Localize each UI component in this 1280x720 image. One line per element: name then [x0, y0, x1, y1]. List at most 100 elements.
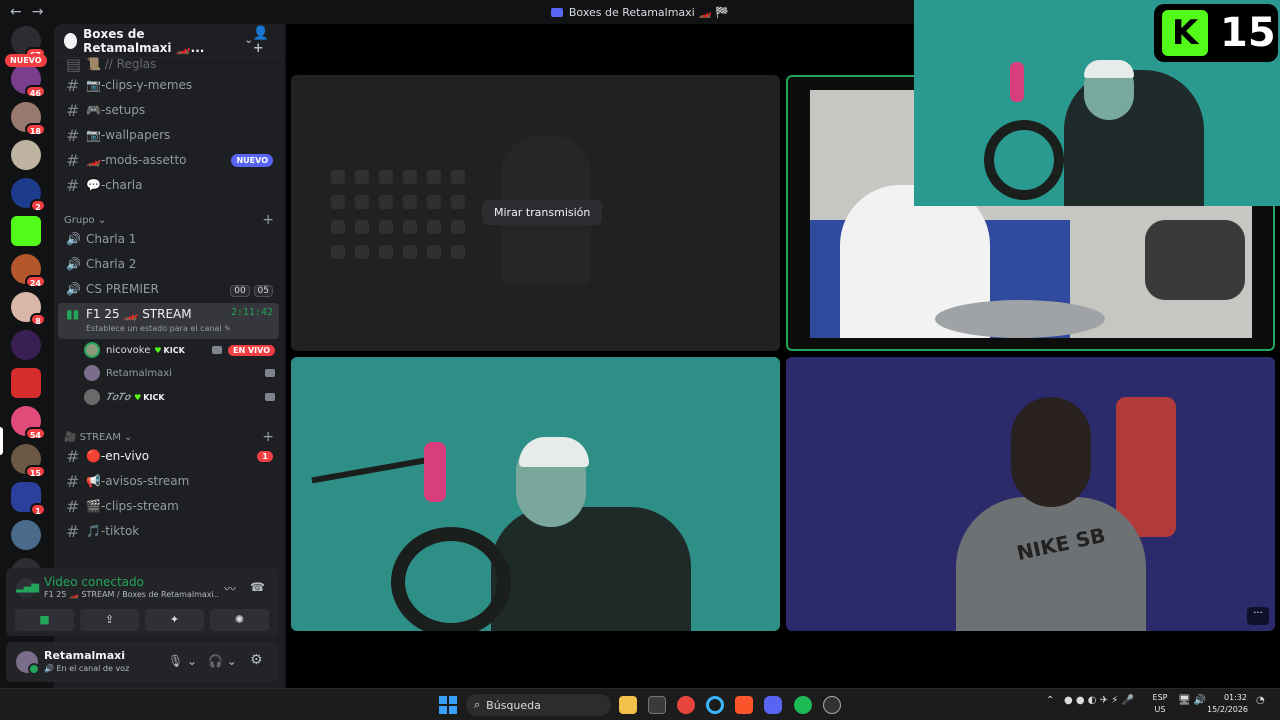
server-icon[interactable]: 8: [11, 292, 46, 326]
channel-clips-y-memes[interactable]: # 📷-clips-y-memes: [58, 73, 279, 97]
discord-icon[interactable]: [764, 696, 782, 714]
unread-badge: 15: [24, 465, 46, 478]
voice-channel-path[interactable]: F1 25 🏎️ STREAM / Boxes de Retamalmaxi..…: [44, 590, 219, 599]
gaming-chair: [1116, 397, 1176, 537]
server-icon[interactable]: 46: [11, 64, 46, 98]
more-options-button[interactable]: ···: [1247, 607, 1269, 625]
search-box[interactable]: ⌕ Búsqueda: [466, 694, 611, 716]
voice-status: Video conectado: [44, 575, 144, 589]
app-icon[interactable]: [823, 696, 841, 714]
voice-connection-panel: ▂▄▆ Video conectado F1 25 🏎️ STREAM / Bo…: [6, 568, 279, 636]
server-icon[interactable]: 18: [11, 102, 46, 136]
soundboard-button[interactable]: ✺: [210, 609, 269, 631]
direct-messages-icon[interactable]: 67: [11, 26, 46, 60]
screen-share-button[interactable]: ⇪: [80, 609, 139, 631]
channel-label: 🎬-clips-stream: [86, 499, 179, 513]
kick-tag: KICK: [154, 346, 185, 355]
server-icon[interactable]: [11, 368, 41, 398]
language-indicator[interactable]: ESP US: [1150, 692, 1170, 716]
signal-icon[interactable]: ▂▄▆: [16, 578, 39, 598]
voice-action-buttons: ■ ⇪ ✦ ✺: [15, 609, 269, 631]
file-explorer-icon[interactable]: [619, 696, 637, 714]
video-tile[interactable]: NIKE SB ···: [786, 357, 1275, 631]
add-channel-icon[interactable]: +: [262, 429, 274, 445]
user-panel: Retamalmaxi 🔊 En el canal de voz 🎙 ⌄ 🎧 ⌄…: [6, 642, 279, 682]
channel-mods-assetto[interactable]: # 🏎️-mods-assetto NUEVO: [58, 148, 279, 172]
activities-button[interactable]: ✦: [145, 609, 204, 631]
brave-icon[interactable]: [735, 696, 753, 714]
channel-label: Charla 2: [86, 257, 137, 271]
live-voice-icon: ▮▮: [66, 307, 80, 321]
cap: [519, 437, 589, 467]
settings-gear-icon[interactable]: ⚙: [250, 652, 263, 668]
voice-timer: 2:11:42: [230, 307, 273, 318]
notification-icon[interactable]: ◔: [1256, 695, 1265, 706]
kick-server-icon[interactable]: [11, 216, 41, 246]
channel-charla[interactable]: # 💬-charla: [58, 173, 279, 197]
video-tile[interactable]: [291, 357, 780, 631]
add-channel-icon[interactable]: +: [262, 212, 274, 228]
mic-icon[interactable]: 🎙 ⌄: [168, 654, 197, 668]
clock-date: 15/2/2026: [1207, 705, 1249, 714]
avatar: [84, 389, 100, 405]
tray-overflow-icon[interactable]: ⌃: [1046, 695, 1054, 706]
popout-video-overlay[interactable]: K 15: [914, 0, 1280, 206]
chevron-down-icon: ⌄: [97, 214, 107, 226]
avatar[interactable]: [16, 651, 40, 675]
count-box: 00: [230, 284, 250, 297]
channel-avisos-stream[interactable]: # 📢-avisos-stream: [58, 469, 279, 493]
guild-icon: [64, 32, 78, 49]
channel-clips-stream[interactable]: # 🎬-clips-stream: [58, 494, 279, 518]
watch-stream-button[interactable]: Mirar transmisión: [482, 200, 603, 225]
current-server-icon[interactable]: 1: [11, 482, 46, 516]
server-icon[interactable]: 2: [11, 178, 46, 212]
channel-en-vivo[interactable]: # 🔴-en-vivo 1: [58, 444, 279, 468]
server-icon[interactable]: 24: [11, 254, 46, 288]
server-icon[interactable]: [11, 140, 41, 170]
tray-icons[interactable]: ● ● ◐ ✈ ⚡ 🎤: [1064, 695, 1134, 706]
channel-label: 📜 // Reglas: [86, 57, 157, 71]
headset-icon[interactable]: 🎧 ⌄: [208, 654, 237, 668]
server-icon[interactable]: [11, 520, 41, 550]
camera-button[interactable]: ■: [15, 609, 74, 631]
noise-suppression-icon[interactable]: 〰: [224, 580, 236, 597]
bag: [1145, 220, 1245, 300]
user-name[interactable]: Retamalmaxi: [44, 649, 125, 662]
voice-channel-charla-2[interactable]: 🔊 Charla 2: [58, 252, 279, 276]
server-icon[interactable]: 15: [11, 444, 46, 478]
voice-channel-f1-stream[interactable]: ▮▮ F1 25 🏎️ STREAM 2:11:42 Establece un es…: [58, 303, 279, 339]
server-icon[interactable]: [11, 330, 41, 360]
chevron-down-icon: ⌄: [244, 35, 253, 46]
voice-user-toto[interactable]: 𝑻𝒐𝑻𝒐KICK: [84, 386, 279, 408]
channel-label: 📷-wallpapers: [86, 128, 171, 142]
channel-label: CS PREMIER: [86, 282, 159, 296]
category-grupo[interactable]: Grupo ⌄ +: [64, 212, 274, 228]
channel-setups[interactable]: # 🎮-setups: [58, 98, 279, 122]
store-icon[interactable]: [648, 696, 666, 714]
back-arrow-icon[interactable]: ←: [10, 4, 22, 20]
voice-channel-cs-premier[interactable]: 🔊 CS PREMIER 00 05: [58, 277, 279, 301]
channel-wallpapers[interactable]: # 📷-wallpapers: [58, 123, 279, 147]
voice-channel-charla-1[interactable]: 🔊 Charla 1: [58, 227, 279, 251]
channel-tiktok[interactable]: # 🎵-tiktok: [58, 519, 279, 543]
start-icon[interactable]: [439, 696, 457, 714]
screen-share-tile[interactable]: Mirar transmisión: [291, 75, 780, 351]
alexa-icon[interactable]: [706, 696, 724, 714]
clock[interactable]: 01:32 15/2/2026: [1207, 692, 1249, 716]
category-stream[interactable]: 🎥 STREAM ⌄ +: [64, 429, 274, 445]
disconnect-icon[interactable]: ☎: [250, 580, 265, 594]
invite-icon[interactable]: 👤+: [253, 26, 275, 56]
chrome-icon[interactable]: [677, 696, 695, 714]
forward-arrow-icon[interactable]: →: [32, 4, 44, 20]
network-volume-icons[interactable]: 🖥 🔊: [1178, 695, 1206, 706]
voice-user-retamalmaxi[interactable]: Retamalmaxi: [84, 362, 279, 384]
kick-viewer-badge: K 15: [1154, 4, 1278, 62]
channel-label: Charla 1: [86, 232, 137, 246]
voice-user-nicovoke[interactable]: nicovokeKICK EN VIVO: [84, 339, 279, 361]
spotify-icon[interactable]: [794, 696, 812, 714]
server-icon[interactable]: 54: [11, 406, 46, 440]
channel-label: 📷-clips-y-memes: [86, 78, 193, 92]
hash-icon: #: [66, 150, 80, 170]
search-placeholder: Búsqueda: [486, 698, 541, 712]
channel-status[interactable]: Establece un estado para el canal ✎: [86, 324, 231, 333]
